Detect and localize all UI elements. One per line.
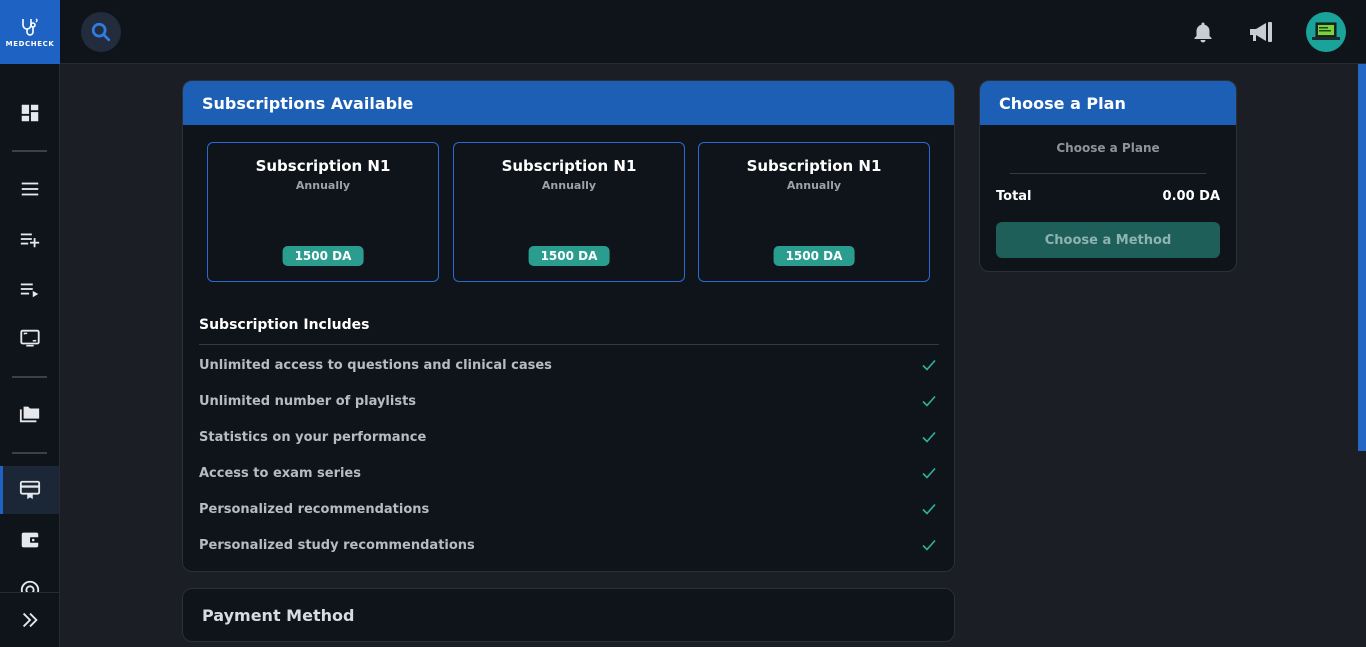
check-icon: [922, 467, 936, 479]
choose-method-button[interactable]: Choose a Method: [996, 222, 1220, 258]
plan-period: Annually: [786, 179, 842, 192]
divider: [199, 344, 939, 345]
sidebar-divider: [12, 376, 47, 378]
plan-card[interactable]: Subscription N1 Annually 1500 DA: [698, 142, 930, 282]
menu-list-icon: [21, 182, 38, 196]
plan-title: Subscription N1: [255, 157, 391, 175]
sidebar: MEDCHECK: [0, 0, 60, 647]
feature-label: Statistics on your performance: [199, 429, 427, 445]
total-value: 0.00 DA: [1162, 189, 1220, 204]
feature-label: Personalized recommendations: [199, 501, 430, 517]
subscriptions-card: Subscriptions Available Subscription N1 …: [182, 80, 955, 572]
feature-label: Unlimited access to questions and clinic…: [199, 357, 552, 373]
plan-price-badge: 1500 DA: [282, 246, 364, 266]
plan-card[interactable]: Subscription N1 Annually 1500 DA: [207, 142, 439, 282]
sidebar-divider: [12, 150, 47, 152]
sidebar-item-dashboard[interactable]: [0, 89, 59, 137]
double-chevron-right-icon: [22, 612, 38, 628]
user-avatar-icon: [1312, 22, 1340, 40]
wallet-icon: [21, 532, 39, 548]
plan-period: Annually: [295, 179, 351, 192]
plan-title: Subscription N1: [746, 157, 882, 175]
plan-period: Annually: [541, 179, 597, 192]
bell-icon[interactable]: [1191, 20, 1215, 44]
sidebar-item-playlist-play[interactable]: [0, 265, 59, 313]
feature-item: Unlimited access to questions and clinic…: [199, 355, 939, 375]
plan-price-badge: 1500 DA: [528, 246, 610, 266]
top-bar: [60, 0, 1366, 64]
search-button[interactable]: [81, 12, 121, 52]
choose-plan-card: Choose a Plan Choose a Plane Total 0.00 …: [979, 80, 1237, 272]
feature-item: Personalized study recommendations: [199, 535, 939, 555]
sidebar-item-subscription[interactable]: [0, 466, 59, 514]
check-icon: [922, 431, 936, 443]
screen-icon: [19, 329, 40, 347]
divider: [1010, 173, 1206, 174]
plan-price-badge: 1500 DA: [773, 246, 855, 266]
payment-method-title: Payment Method: [202, 606, 355, 625]
subscription-card-icon: [19, 480, 40, 500]
choose-plan-header: Choose a Plan: [980, 81, 1236, 125]
stethoscope-icon: [22, 17, 38, 36]
plan-card[interactable]: Subscription N1 Annually 1500 DA: [453, 142, 685, 282]
megaphone-icon[interactable]: [1248, 20, 1276, 44]
logo[interactable]: MEDCHECK: [0, 0, 60, 64]
playlist-play-icon: [20, 283, 38, 298]
feature-label: Unlimited number of playlists: [199, 393, 417, 409]
feature-item: Unlimited number of playlists: [199, 391, 939, 411]
sidebar-item-screen[interactable]: [0, 314, 59, 362]
choose-plan-placeholder: Choose a Plane: [1056, 141, 1160, 155]
check-icon: [922, 539, 936, 551]
sidebar-item-folders[interactable]: [0, 390, 59, 438]
folders-icon: [19, 406, 39, 423]
feature-item: Access to exam series: [199, 463, 939, 483]
feature-label: Access to exam series: [199, 465, 361, 481]
sidebar-item-playlist-add[interactable]: [0, 215, 59, 263]
user-avatar[interactable]: [1306, 12, 1346, 52]
includes-title: Subscription Includes: [199, 317, 370, 333]
dashboard-icon: [21, 104, 38, 122]
sidebar-item-wallet[interactable]: [0, 516, 59, 564]
payment-method-card[interactable]: Payment Method: [182, 588, 955, 642]
sidebar-item-menu[interactable]: [0, 165, 59, 213]
check-icon: [922, 359, 936, 371]
total-label: Total: [996, 189, 1032, 204]
logo-text: MEDCHECK: [5, 39, 55, 48]
feature-item: Statistics on your performance: [199, 427, 939, 447]
feature-label: Personalized study recommendations: [199, 537, 475, 553]
scrollbar-thumb[interactable]: [1358, 64, 1366, 451]
check-icon: [922, 503, 936, 515]
subscriptions-header: Subscriptions Available: [183, 81, 954, 125]
feature-item: Personalized recommendations: [199, 499, 939, 519]
plan-title: Subscription N1: [501, 157, 637, 175]
check-icon: [922, 395, 936, 407]
sidebar-divider: [12, 452, 47, 454]
playlist-add-icon: [20, 233, 39, 248]
search-icon: [91, 22, 111, 42]
sidebar-expand-button[interactable]: [0, 592, 59, 647]
